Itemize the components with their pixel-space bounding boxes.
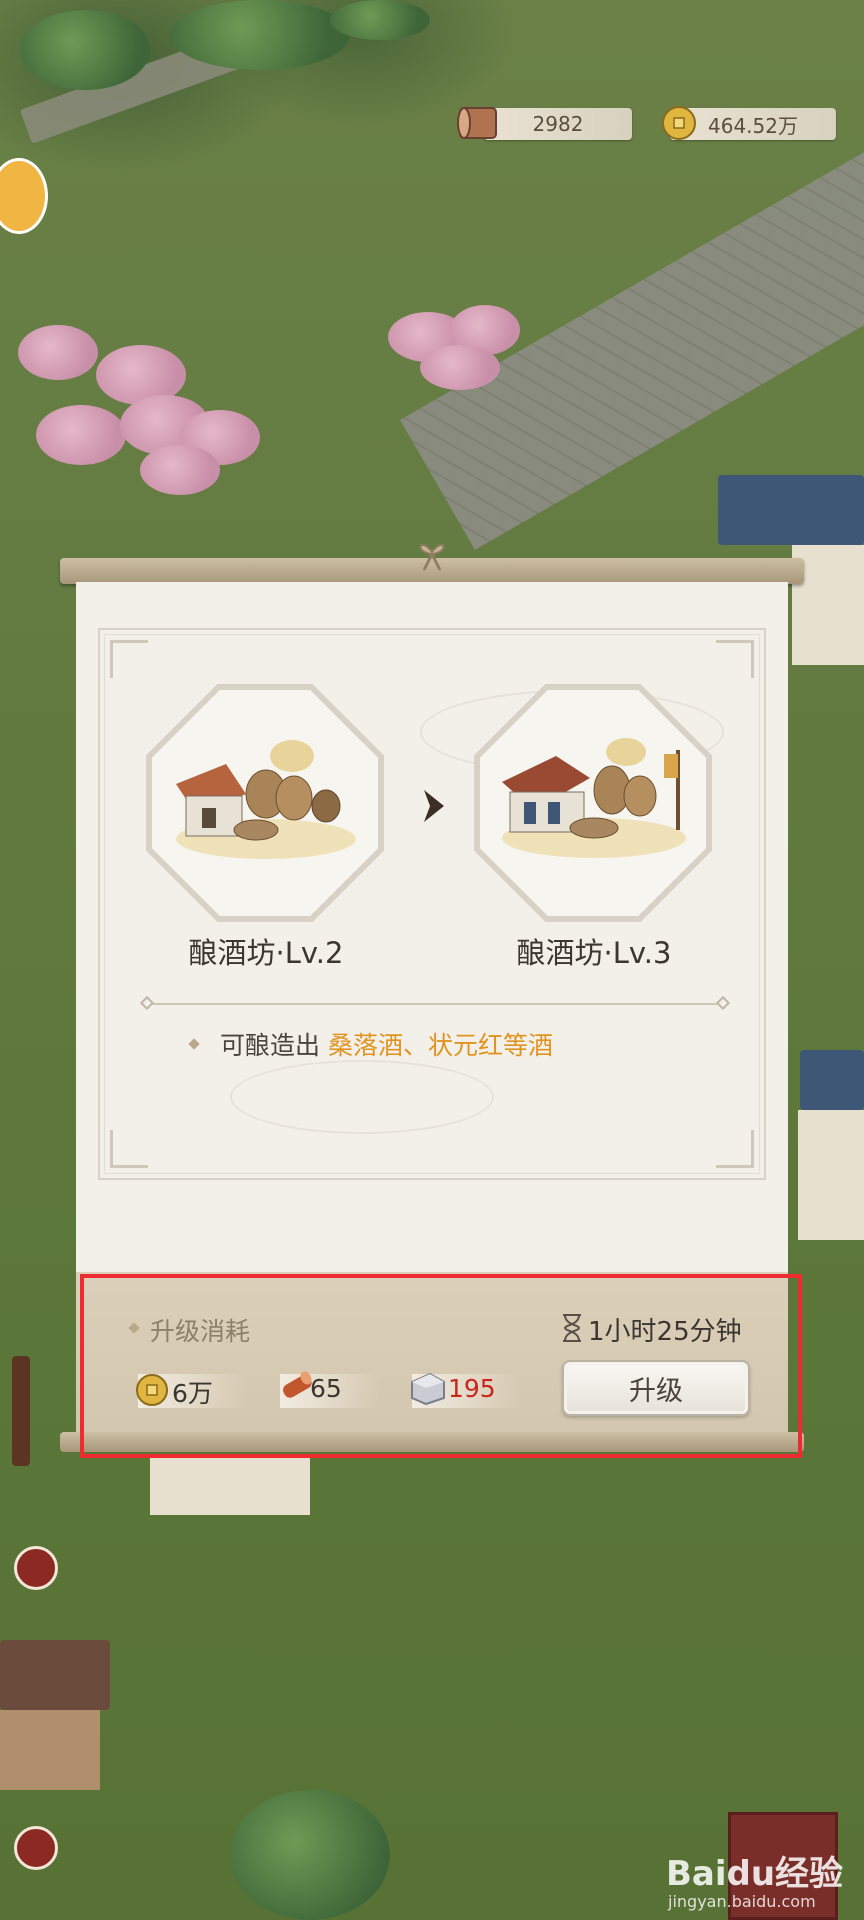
wood-scroll-icon <box>457 107 497 139</box>
blossom-tree <box>18 325 98 380</box>
tree <box>170 0 350 70</box>
blossom-tree <box>140 445 220 495</box>
blossom-tree <box>36 405 126 465</box>
description-highlight: 桑落酒、状元红等酒 <box>327 1031 553 1060</box>
divider <box>146 1003 724 1005</box>
arrow-right-icon <box>424 790 444 822</box>
blossom-tree <box>420 345 500 390</box>
brewery-lv2-image <box>176 740 356 859</box>
wine-alert-icon[interactable] <box>14 1546 58 1590</box>
building-preview-current <box>146 684 384 922</box>
brewery-lv3-image <box>502 738 686 858</box>
coin-icon <box>662 106 696 140</box>
building-wall <box>150 1455 310 1515</box>
building-roof <box>0 1640 110 1710</box>
annotation-highlight-box <box>80 1274 802 1458</box>
coin-counter-value: 464.52万 <box>708 113 798 138</box>
building-roof <box>718 475 864 545</box>
watermark-brand: Baidu经验 <box>666 1854 844 1894</box>
event-icon[interactable] <box>0 158 48 234</box>
current-level-label: 酿酒坊·Lv.2 <box>188 936 344 970</box>
frame-corner-ornament <box>716 640 754 678</box>
wine-alert-icon[interactable] <box>14 1826 58 1870</box>
description-text: 可酿造出 <box>220 1031 321 1060</box>
building-wall <box>798 1110 864 1240</box>
watermark-url: jingyan.baidu.com <box>668 1892 816 1911</box>
building-wall <box>0 1710 100 1790</box>
shop-banner-icon <box>12 1356 30 1466</box>
wood-counter: 2982 <box>484 108 632 140</box>
next-level-label: 酿酒坊·Lv.3 <box>516 936 672 970</box>
frame-corner-ornament <box>110 1130 148 1168</box>
knot-ornament-icon <box>419 544 445 571</box>
building-preview-next <box>474 684 712 922</box>
wood-counter-value: 2982 <box>532 112 584 136</box>
tree <box>330 0 430 40</box>
upgrade-description: 可酿造出 桑落酒、状元红等酒 <box>220 1026 553 1062</box>
frame-corner-ornament <box>716 1130 754 1168</box>
frame-corner-ornament <box>110 640 148 678</box>
tree <box>20 10 150 90</box>
building-roof <box>800 1050 864 1110</box>
tree <box>230 1790 390 1920</box>
